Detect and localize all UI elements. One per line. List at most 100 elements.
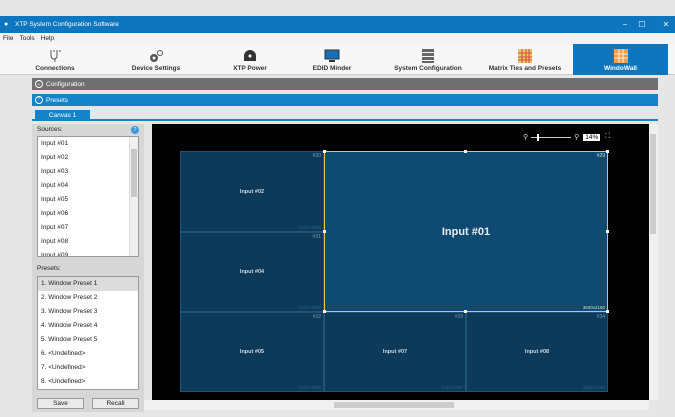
monitor-icon <box>324 49 340 62</box>
device-settings-button[interactable]: Device Settings <box>116 44 196 75</box>
list-item[interactable]: Input #01 <box>38 137 138 151</box>
zoom-out-icon[interactable]: ⚲ <box>523 133 528 141</box>
device-settings-label: Device Settings <box>131 65 181 72</box>
canvas-window-input-04[interactable]: Input #04 #31 1920x1080 <box>180 232 324 312</box>
resize-handle[interactable] <box>464 150 467 153</box>
close-button[interactable]: ✕ <box>654 16 675 33</box>
resize-handle[interactable] <box>323 150 326 153</box>
list-item[interactable]: Input #08 <box>38 235 138 249</box>
canvas-view[interactable]: ⚲ ⚲ 14% ⛶ Input #02 #30 1920x1080 Input … <box>152 124 649 400</box>
list-item[interactable]: Input #02 <box>38 151 138 165</box>
window-label: Input #05 <box>239 349 265 355</box>
windowall-label: WindoWall <box>604 65 637 72</box>
tab-canvas-1[interactable]: Canvas 1 <box>35 110 90 121</box>
list-item[interactable]: Input #09 <box>38 249 138 256</box>
window-number: #31 <box>312 234 321 240</box>
system-configuration-button[interactable]: System Configuration <box>386 44 470 75</box>
canvas-window-input-02[interactable]: Input #02 #30 1920x1080 <box>180 151 324 232</box>
menu-file[interactable]: File <box>3 35 13 42</box>
chevron-up-icon: ⌃ <box>35 96 43 104</box>
list-item[interactable]: 4. Window Preset 4 <box>38 319 138 333</box>
window-resolution: 1920x1080 <box>298 305 321 310</box>
maximize-button[interactable]: ☐ <box>630 16 654 33</box>
app-icon: ● <box>4 21 9 28</box>
window-label: Input #04 <box>239 269 265 275</box>
window-resolution: 1920x1080 <box>440 385 463 390</box>
window-number: #33 <box>454 314 463 320</box>
window-number: #30 <box>312 153 321 159</box>
main-toolbar: Connections Device Settings XTP Power ED… <box>0 44 675 75</box>
canvas-horizontal-scrollbar[interactable] <box>144 400 649 410</box>
configuration-section-header[interactable]: ⌄ Configuration <box>32 78 658 90</box>
list-item[interactable]: Input #06 <box>38 207 138 221</box>
canvas-vertical-scrollbar[interactable] <box>649 124 658 400</box>
list-item[interactable]: Input #07 <box>38 221 138 235</box>
window-label: Input #01 <box>441 225 491 238</box>
matrix-ties-button[interactable]: Matrix Ties and Presets <box>480 44 570 75</box>
window-label: Input #08 <box>524 349 550 355</box>
sources-scrollbar[interactable] <box>129 137 138 256</box>
list-item[interactable]: 2. Window Preset 2 <box>38 291 138 305</box>
list-item[interactable]: Input #05 <box>38 193 138 207</box>
presets-list[interactable]: 1. Window Preset 1 2. Window Preset 2 3.… <box>37 276 139 390</box>
menu-help[interactable]: Help <box>41 35 54 42</box>
rack-icon <box>422 49 434 63</box>
chevron-down-icon: ⌄ <box>35 80 43 88</box>
configuration-label: Configuration <box>46 80 85 88</box>
window-resolution: 3840x2160 <box>582 305 605 310</box>
zoom-slider[interactable] <box>531 133 572 141</box>
resize-handle[interactable] <box>606 230 609 233</box>
list-item[interactable]: Input #03 <box>38 165 138 179</box>
window-title: XTP System Configuration Software <box>15 21 119 28</box>
resize-handle[interactable] <box>464 310 467 313</box>
connections-icon <box>50 50 61 62</box>
canvas-window-input-01[interactable]: Input #01 #29 3840x2160 <box>324 151 608 312</box>
presets-section-header[interactable]: ⌃ Presets <box>32 94 658 106</box>
resize-handle[interactable] <box>323 310 326 313</box>
video-wall-icon <box>613 49 628 63</box>
canvas-window-input-05[interactable]: Input #05 #32 1920x1080 <box>180 312 324 392</box>
list-item[interactable]: 3. Window Preset 3 <box>38 305 138 319</box>
connections-label: Connections <box>35 65 75 72</box>
resize-handle[interactable] <box>606 310 609 313</box>
list-item[interactable]: 7. <Undefined> <box>38 361 138 375</box>
window-number: #29 <box>596 153 605 159</box>
save-button[interactable]: Save <box>37 398 84 409</box>
window-number: #34 <box>596 314 605 320</box>
power-plug-icon <box>244 50 256 61</box>
zoom-control: ⚲ ⚲ 14% ⛶ <box>523 133 610 141</box>
window-resolution: 1920x1080 <box>582 385 605 390</box>
resize-handle[interactable] <box>606 150 609 153</box>
resize-handle[interactable] <box>323 230 326 233</box>
recall-button[interactable]: Recall <box>92 398 139 409</box>
list-item[interactable]: Input #04 <box>38 179 138 193</box>
matrix-grid-icon <box>518 49 532 63</box>
windowall-button[interactable]: WindoWall <box>573 44 668 75</box>
menu-tools[interactable]: Tools <box>19 35 34 42</box>
sources-heading: Sources: <box>37 126 63 133</box>
list-item[interactable]: 5. Window Preset 5 <box>38 333 138 347</box>
edid-minder-label: EDID Minder <box>312 65 352 72</box>
zoom-percent: 14% <box>583 133 601 141</box>
list-item[interactable]: 8. <Undefined> <box>38 375 138 389</box>
edid-minder-button[interactable]: EDID Minder <box>292 44 372 75</box>
help-icon[interactable]: ? <box>131 126 139 134</box>
presets-label: Presets <box>46 96 69 104</box>
window-number: #32 <box>312 314 321 320</box>
canvas-window-input-08[interactable]: Input #08 #34 1920x1080 <box>466 312 608 392</box>
xtp-power-button[interactable]: XTP Power <box>210 44 290 75</box>
matrix-ties-label: Matrix Ties and Presets <box>488 65 562 72</box>
list-item[interactable]: 1. Window Preset 1 <box>38 277 138 291</box>
list-item[interactable]: 6. <Undefined> <box>38 347 138 361</box>
gear-icon <box>150 50 163 62</box>
menu-bar: File Tools Help <box>0 33 675 44</box>
presets-heading: Presets: <box>37 265 61 272</box>
connections-button[interactable]: Connections <box>16 44 94 75</box>
canvas-window-input-07[interactable]: Input #07 #33 1920x1080 <box>324 312 466 392</box>
canvas-tabs: Canvas 1 <box>32 109 658 121</box>
fit-to-screen-icon[interactable]: ⛶ <box>605 133 610 141</box>
zoom-in-icon[interactable]: ⚲ <box>574 133 579 141</box>
window-resolution: 1920x1080 <box>298 225 321 230</box>
xtp-power-label: XTP Power <box>233 65 267 72</box>
sources-list[interactable]: Input #01 Input #02 Input #03 Input #04 … <box>37 136 139 257</box>
